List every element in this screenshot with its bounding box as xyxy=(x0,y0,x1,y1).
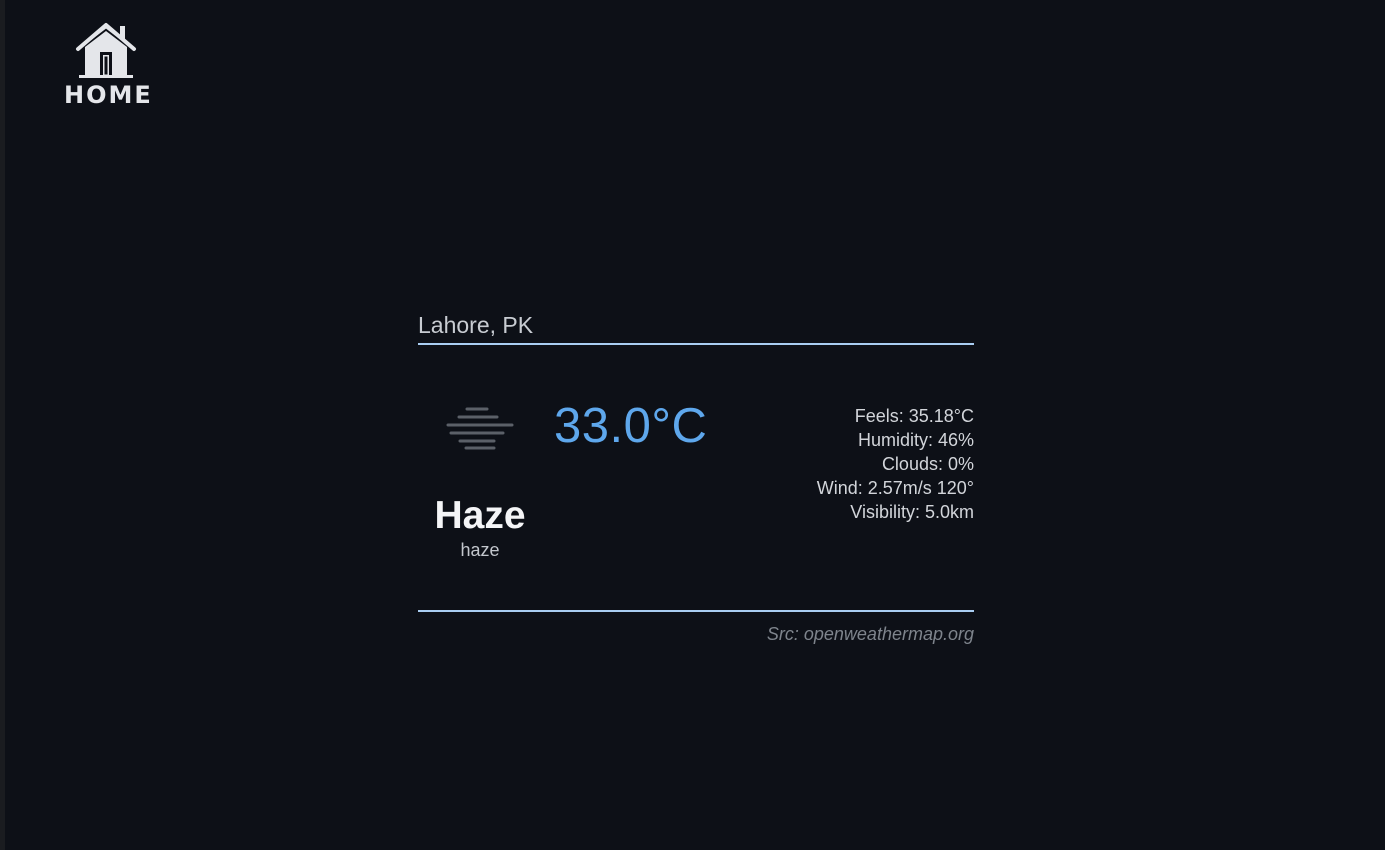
condition-title: Haze xyxy=(434,494,526,537)
weather-stats: Feels: 35.18°C Humidity: 46% Clouds: 0% … xyxy=(817,404,974,524)
weather-card: Lahore, PK 33.0°C Haze haze Feels: 35.18… xyxy=(418,300,974,660)
clouds-stat: Clouds: 0% xyxy=(881,454,974,474)
humidity-stat: Humidity: 46% xyxy=(857,430,974,450)
source-credit: Src: openweathermap.org xyxy=(766,624,974,644)
location-label: Lahore, PK xyxy=(418,312,534,338)
wind-stat: Wind: 2.57m/s 120° xyxy=(816,478,974,498)
haze-icon xyxy=(446,407,514,450)
top-divider xyxy=(418,343,974,345)
condition-description: haze xyxy=(460,540,500,560)
temperature-value: 33.0°C xyxy=(554,399,708,453)
window-edge xyxy=(0,0,5,850)
home-label: HOME xyxy=(64,81,153,109)
feels-like-stat: Feels: 35.18°C xyxy=(854,406,974,426)
house-icon xyxy=(76,23,136,78)
visibility-stat: Visibility: 5.0km xyxy=(850,502,974,522)
bottom-divider xyxy=(418,610,974,612)
home-button[interactable]: HOME xyxy=(64,20,153,110)
